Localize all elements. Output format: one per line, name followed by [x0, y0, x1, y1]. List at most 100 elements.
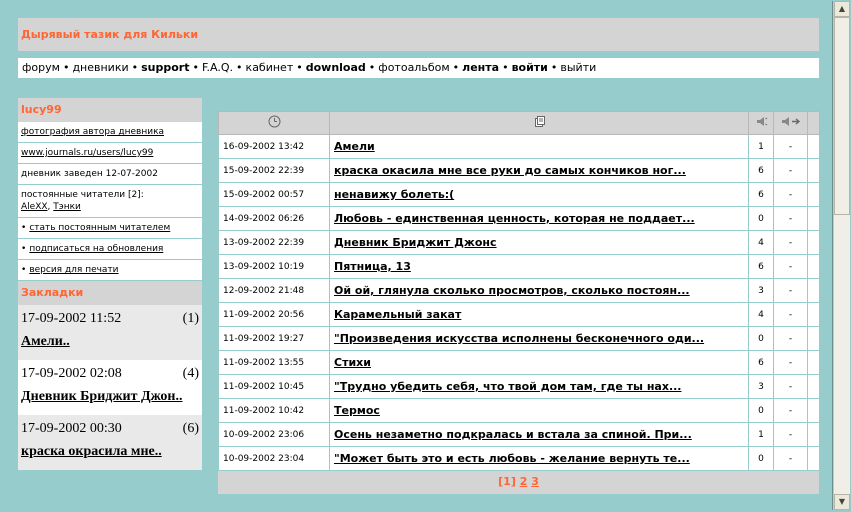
- entry-comment-count[interactable]: 0: [748, 326, 774, 351]
- nav-item[interactable]: дневники: [72, 61, 128, 74]
- table-row: 12-09-2002 21:48 Ой ой, глянула сколько п…: [218, 278, 820, 303]
- action-label[interactable]: версия для печати: [29, 265, 118, 275]
- vertical-scrollbar[interactable]: ▲ ▼: [833, 1, 850, 510]
- entry-title-link[interactable]: краска окасила мне все руки до самых кон…: [329, 158, 749, 183]
- nav-item[interactable]: войти: [512, 61, 548, 74]
- bookmark-title-link[interactable]: Амели..: [21, 327, 199, 360]
- journal-url-label[interactable]: www.journals.ru/users/lucy99: [21, 148, 153, 158]
- entry-comment-count[interactable]: 1: [748, 422, 774, 447]
- column-date-header[interactable]: [218, 111, 330, 135]
- reader-link[interactable]: AleXX: [21, 202, 48, 212]
- scroll-up-arrow-icon[interactable]: ▲: [834, 1, 850, 17]
- action-label[interactable]: стать постоянным читателем: [29, 223, 170, 233]
- entry-title-link[interactable]: Осень незаметно подкралась и встала за с…: [329, 422, 749, 447]
- entry-comment-count[interactable]: 0: [748, 206, 774, 231]
- entry-last-comment: -: [773, 230, 808, 255]
- nav-item[interactable]: download: [306, 61, 366, 74]
- entry-comment-count[interactable]: 0: [748, 398, 774, 423]
- row-spacer: [807, 230, 820, 255]
- bookmark-date: 17-09-2002 00:30: [21, 421, 122, 436]
- entry-title-link[interactable]: Любовь - единственная ценность, которая …: [329, 206, 749, 231]
- row-spacer: [807, 254, 820, 279]
- nav-separator: •: [131, 61, 139, 74]
- entry-title-link[interactable]: Пятница, 13: [329, 254, 749, 279]
- bookmark-count: (4): [182, 366, 199, 381]
- journal-url-link[interactable]: www.journals.ru/users/lucy99: [18, 143, 202, 164]
- nav-item[interactable]: фотоальбом: [378, 61, 449, 74]
- table-row: 15-09-2002 22:39 краска окасила мне все р…: [218, 158, 820, 183]
- entry-comment-count[interactable]: 4: [748, 302, 774, 327]
- nav-item[interactable]: выйти: [560, 61, 596, 74]
- entry-comment-count[interactable]: 6: [748, 182, 774, 207]
- bookmark-title-link[interactable]: краска окрасила мне..: [21, 437, 199, 470]
- nav-separator: •: [296, 61, 303, 74]
- speaker-arrow-icon: [781, 117, 800, 126]
- action-subscribe-reader[interactable]: • стать постоянным читателем: [18, 218, 202, 239]
- scroll-down-arrow-icon[interactable]: ▼: [834, 494, 850, 510]
- entry-title-link[interactable]: Ой ой, глянула сколько просмотров, сколь…: [329, 278, 749, 303]
- entry-title-link[interactable]: Карамельный закат: [329, 302, 749, 327]
- entry-title-link[interactable]: "Произведения искусства исполнены бескон…: [329, 326, 749, 351]
- nav-item[interactable]: support: [141, 61, 189, 74]
- nav-item[interactable]: F.A.Q.: [202, 61, 233, 74]
- table-row: 15-09-2002 00:57 ненавижу болеть:(6-: [218, 182, 820, 207]
- entry-title-link[interactable]: Стихи: [329, 350, 749, 375]
- row-spacer: [807, 326, 820, 351]
- nav-separator: •: [452, 61, 460, 74]
- row-spacer: [807, 398, 820, 423]
- entry-comment-count[interactable]: 3: [748, 374, 774, 399]
- entry-comment-count[interactable]: 6: [748, 254, 774, 279]
- nav-separator: •: [236, 61, 243, 74]
- entry-comment-count[interactable]: 0: [748, 446, 774, 471]
- nav-item[interactable]: кабинет: [246, 61, 294, 74]
- entry-comment-count[interactable]: 4: [748, 230, 774, 255]
- page-link[interactable]: 3: [531, 475, 539, 488]
- bookmarks-title: Закладки: [18, 281, 202, 305]
- entry-comment-count[interactable]: 6: [748, 158, 774, 183]
- bookmark-title-link[interactable]: Дневник Бриджит Джон..: [21, 382, 199, 415]
- table-row: 14-09-2002 06:26 Любовь - единственная це…: [218, 206, 820, 231]
- entry-title-link[interactable]: Амели: [329, 134, 749, 159]
- row-spacer: [807, 446, 820, 471]
- entry-last-comment: -: [773, 350, 808, 375]
- entry-comment-count[interactable]: 6: [748, 350, 774, 375]
- entry-date: 11-09-2002 10:45: [218, 374, 330, 399]
- entries-panel: 16-09-2002 13:42 Амели 1-15-09-2002 22:39 к…: [218, 111, 820, 494]
- reader-link[interactable]: Тэнки: [53, 202, 81, 212]
- action-label[interactable]: подписаться на обновления: [29, 244, 163, 254]
- site-title[interactable]: Дырявый тазик для Кильки: [21, 28, 198, 41]
- readers-label: постоянные читатели [2]:: [21, 190, 144, 200]
- table-row: 16-09-2002 13:42 Амели 1-: [218, 134, 820, 159]
- entry-comment-count[interactable]: 1: [748, 134, 774, 159]
- column-comments-header[interactable]: [748, 111, 774, 135]
- nav-item[interactable]: форум: [22, 61, 60, 74]
- entry-title-link[interactable]: Термос: [329, 398, 749, 423]
- sidebar-username[interactable]: lucy99: [18, 98, 202, 122]
- scroll-thumb[interactable]: [834, 17, 850, 215]
- column-last-header[interactable]: [773, 111, 808, 135]
- photo-link[interactable]: фотография автора дневника: [18, 122, 202, 143]
- entry-title-link[interactable]: "Может быть это и есть любовь - желание …: [329, 446, 749, 471]
- header: Дырявый тазик для Кильки: [18, 18, 819, 51]
- entry-title-link[interactable]: Дневник Бриджит Джонс: [329, 230, 749, 255]
- row-spacer: [807, 182, 820, 207]
- row-spacer: [807, 350, 820, 375]
- bookmark-item: 17-09-2002 00:30 (6) краска окрасила мне.…: [18, 415, 202, 470]
- entry-comment-count[interactable]: 3: [748, 278, 774, 303]
- entry-title-link[interactable]: ненавижу болеть:(: [329, 182, 749, 207]
- bookmark-count: (6): [182, 421, 199, 436]
- column-title-header[interactable]: [329, 111, 749, 135]
- entries-table: 16-09-2002 13:42 Амели 1-15-09-2002 22:39 к…: [218, 111, 820, 471]
- table-row: 11-09-2002 19:27 "Произведения искусства …: [218, 326, 820, 351]
- page-link[interactable]: 2: [520, 475, 528, 488]
- entry-date: 10-09-2002 23:04: [218, 446, 330, 471]
- entry-date: 11-09-2002 20:56: [218, 302, 330, 327]
- photo-link-label[interactable]: фотография автора дневника: [21, 127, 164, 137]
- journal-created: дневник заведен 12-07-2002: [18, 164, 202, 185]
- action-subscribe-updates[interactable]: • подписаться на обновления: [18, 239, 202, 260]
- entry-title-link[interactable]: "Трудно убедить себя, что твой дом там, …: [329, 374, 749, 399]
- entry-last-comment: -: [773, 422, 808, 447]
- entry-date: 12-09-2002 21:48: [218, 278, 330, 303]
- action-print-version[interactable]: • версия для печати: [18, 260, 202, 281]
- nav-item[interactable]: лента: [462, 61, 499, 74]
